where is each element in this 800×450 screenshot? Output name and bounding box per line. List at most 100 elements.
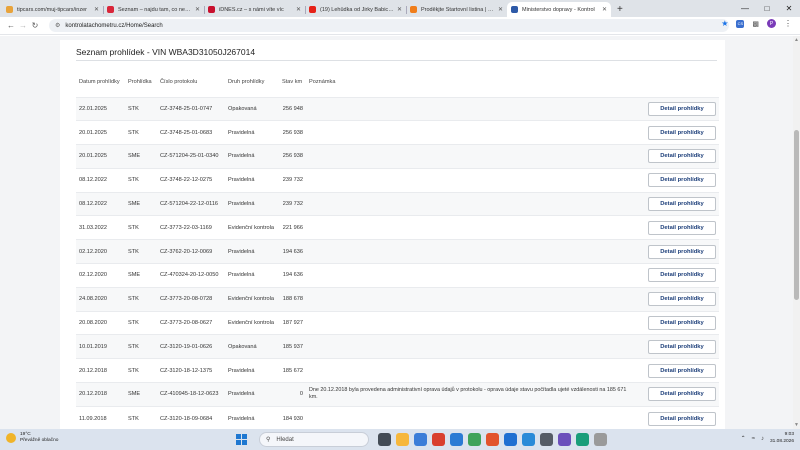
browser-tab[interactable]: (19) Lehůdka od Jirky Babici N ✕	[305, 2, 406, 17]
table-row: 24.08.2020 STK CZ-3773-20-08-0728 Evidenční…	[76, 286, 719, 312]
table-row: 08.12.2022 SME CZ-571204-22-12-0116 Pravide…	[76, 191, 719, 216]
cell-kind: Evidenční kontrola	[225, 310, 279, 335]
detail-button[interactable]: Detail prohlídky	[648, 339, 716, 354]
scroll-down-icon[interactable]: ▼	[794, 422, 799, 428]
taskbar-app-icon[interactable]	[450, 433, 463, 446]
cell-protocol: CZ-3120-18-12-1375	[157, 358, 225, 383]
taskbar-app-icon[interactable]	[432, 433, 445, 446]
cell-km: 184 930	[279, 405, 306, 429]
page-scrollbar[interactable]: ▲ ▼	[793, 36, 800, 429]
address-bar[interactable]: ⚙ kontrolatachometru.cz/Home/Search	[49, 19, 729, 32]
scrollbar-thumb[interactable]	[794, 130, 799, 300]
taskbar-app-icon[interactable]	[558, 433, 571, 446]
taskbar-app-icon[interactable]	[378, 433, 391, 446]
cell-kind: Pravidelná	[225, 405, 279, 429]
cell-protocol: CZ-3773-22-03-1169	[157, 215, 225, 240]
inspection-table: Datum prohlídky Prohlídka Číslo protokol…	[76, 67, 719, 429]
scroll-up-icon[interactable]: ▲	[794, 37, 799, 43]
cell-action: Detail prohlídky	[637, 382, 719, 407]
clock[interactable]: 9:03 31.08.2026	[770, 432, 794, 445]
cell-date: 02.12.2020	[76, 263, 125, 288]
profile-avatar[interactable]: P	[767, 19, 776, 28]
back-icon[interactable]: ←	[5, 21, 17, 30]
cell-protocol: CZ-410945-18-12-0623	[157, 382, 225, 407]
detail-button[interactable]: Detail prohlídky	[648, 101, 716, 116]
close-window-icon[interactable]: ✕	[778, 0, 800, 17]
tab-close-icon[interactable]: ✕	[296, 6, 301, 13]
detail-button[interactable]: Detail prohlídky	[648, 244, 716, 259]
taskbar-app-icon[interactable]	[576, 433, 589, 446]
site-info-icon[interactable]: ⚙	[55, 22, 60, 29]
detail-button[interactable]: Detail prohlídky	[648, 173, 716, 188]
taskbar-app-icon[interactable]	[504, 433, 517, 446]
cell-protocol: CZ-3773-20-08-0627	[157, 310, 225, 335]
detail-button[interactable]: Detail prohlídky	[648, 292, 716, 307]
cell-note	[306, 334, 637, 359]
cell-action: Detail prohlídky	[637, 405, 719, 429]
volume-icon[interactable]: ♪	[761, 436, 764, 442]
tab-title: (19) Lehůdka od Jirky Babici N	[320, 6, 394, 13]
cell-type: STK	[125, 120, 157, 145]
detail-button[interactable]: Detail prohlídky	[648, 125, 716, 140]
wifi-icon[interactable]: ≈	[752, 436, 755, 442]
maximize-icon[interactable]: □	[756, 0, 778, 17]
taskbar-app-icon[interactable]	[468, 433, 481, 446]
detail-button[interactable]: Detail prohlídky	[648, 411, 716, 426]
forward-icon[interactable]: →	[17, 21, 29, 30]
taskbar-app-icon[interactable]	[522, 433, 535, 446]
detail-button[interactable]: Detail prohlídky	[648, 149, 716, 164]
tab-close-icon[interactable]: ✕	[397, 6, 402, 13]
page-viewport: Seznam prohlídek - VIN WBA3D31050J267014…	[0, 36, 800, 429]
cell-protocol: CZ-571204-22-12-0116	[157, 191, 225, 216]
reload-icon[interactable]: ↻	[29, 21, 41, 30]
taskbar-app-icon[interactable]	[594, 433, 607, 446]
browser-tab[interactable]: Proděkjte Startovní listina | SDI ✕	[406, 2, 507, 17]
weather-widget[interactable]: 19°C Převážně oblačno	[6, 432, 58, 444]
detail-button[interactable]: Detail prohlídky	[648, 387, 716, 402]
taskbar-search[interactable]: ⚲ Hledat	[259, 432, 369, 447]
cell-date: 10.01.2019	[76, 334, 125, 359]
detail-button[interactable]: Detail prohlídky	[648, 220, 716, 235]
browser-menu-icon[interactable]: ⋮	[784, 19, 792, 28]
tab-close-icon[interactable]: ✕	[602, 6, 607, 13]
browser-tab[interactable]: Seznam – najdu tam, co neznám ✕	[103, 2, 204, 17]
browser-tab[interactable]: tipcars.com/muj-tipcars/inzer ✕	[2, 2, 103, 17]
table-row: 10.01.2019 STK CZ-3120-19-01-0626 Opakovaná…	[76, 334, 719, 359]
col-header-date: Datum prohlídky	[79, 78, 120, 85]
taskbar-app-icon[interactable]	[396, 433, 409, 446]
cell-type: STK	[125, 167, 157, 193]
bookmark-star-icon[interactable]: ★	[721, 19, 728, 28]
cell-date: 20.01.2025	[76, 120, 125, 145]
cell-note	[306, 144, 637, 169]
cell-protocol: CZ-3120-19-01-0626	[157, 334, 225, 359]
new-tab-button[interactable]: +	[611, 4, 629, 17]
tab-close-icon[interactable]: ✕	[195, 6, 200, 13]
cell-protocol: CZ-3748-22-12-0275	[157, 167, 225, 193]
table-header-row: Datum prohlídky Prohlídka Číslo protokol…	[76, 67, 719, 97]
tab-title: Seznam – najdu tam, co neznám	[118, 6, 192, 13]
browser-tab[interactable]: Ministerstvo dopravy - Kontrol ✕	[507, 2, 611, 17]
tab-close-icon[interactable]: ✕	[498, 6, 503, 13]
cell-date: 11.09.2018	[76, 405, 125, 429]
cell-date: 20.12.2018	[76, 382, 125, 407]
detail-button[interactable]: Detail prohlídky	[648, 316, 716, 331]
tab-close-icon[interactable]: ✕	[94, 6, 99, 13]
cell-type: STK	[125, 358, 157, 383]
cell-date: 31.03.2022	[76, 215, 125, 240]
browser-tab[interactable]: iDNES.cz – s námi víte víc ✕	[204, 2, 305, 17]
extensions-puzzle-icon[interactable]: ▩	[752, 20, 759, 28]
detail-button[interactable]: Detail prohlídky	[648, 363, 716, 378]
taskbar-app-icon[interactable]	[486, 433, 499, 446]
detail-button[interactable]: Detail prohlídky	[648, 268, 716, 283]
windows-start-icon[interactable]	[236, 434, 247, 445]
tray-chevron-icon[interactable]: ⌃	[741, 435, 746, 442]
taskbar-app-icon[interactable]	[540, 433, 553, 446]
taskbar-app-icon[interactable]	[414, 433, 427, 446]
url-text: kontrolatachometru.cz/Home/Search	[65, 22, 163, 29]
extension-icon[interactable]: CS	[736, 19, 745, 28]
minimize-icon[interactable]: —	[734, 0, 756, 17]
cell-action: Detail prohlídky	[637, 334, 719, 359]
cell-kind: Pravidelná	[225, 191, 279, 216]
detail-button[interactable]: Detail prohlídky	[648, 197, 716, 212]
cell-protocol: CZ-3748-25-01-0683	[157, 120, 225, 145]
